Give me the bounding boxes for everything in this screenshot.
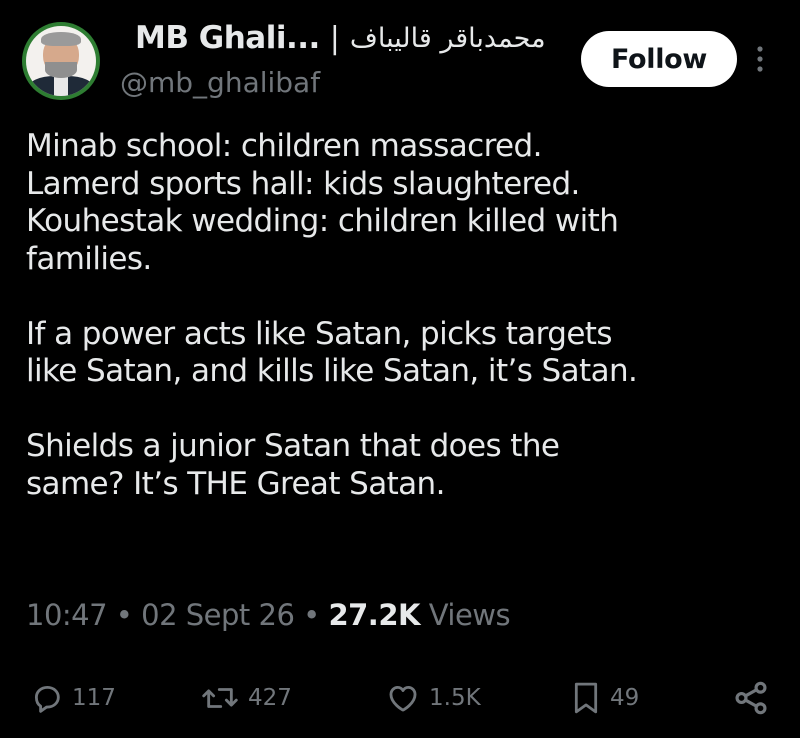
tweet-time[interactable]: 10:47 (26, 598, 108, 632)
more-vertical-icon[interactable] (753, 45, 767, 73)
avatar[interactable] (22, 22, 100, 100)
tweet-line: Lamerd sports hall: kids slaughtered. (26, 165, 580, 202)
repost-button[interactable]: 427 (200, 670, 292, 726)
tweet-line: Minab school: children massacred. (26, 128, 542, 164)
tweet-meta: 10:47 • 02 Sept 26 • 27.2K Views (26, 598, 511, 632)
heart-icon (385, 681, 421, 715)
share-icon (732, 679, 770, 717)
avatar-hair (41, 32, 81, 46)
author-name-row[interactable]: MB Ghali... | محمدباقر قالیباف (135, 20, 546, 56)
share-button[interactable] (732, 670, 770, 726)
tweet-line: If a power acts like Satan, picks target… (26, 315, 613, 352)
avatar-photo (26, 26, 96, 96)
tweet-line: Kouhestak wedding: children killed with (26, 203, 619, 239)
bookmark-icon (570, 680, 602, 716)
reply-count: 117 (72, 685, 116, 711)
like-button[interactable]: 1.5K (385, 670, 481, 726)
bookmark-count: 49 (610, 685, 640, 711)
author-display-name[interactable]: MB Ghali... (135, 20, 320, 56)
views-count: 27.2K (328, 598, 420, 632)
tweet-line: same? It’s THE Great Satan. (26, 465, 445, 502)
action-bar: 117 427 1.5K 49 (0, 670, 800, 726)
meta-dot: • (115, 598, 133, 632)
follow-button[interactable]: Follow (581, 31, 737, 87)
author-handle[interactable]: @mb_ghalibaf (120, 66, 320, 99)
tweet-line: families. (26, 240, 152, 277)
author-display-name-persian[interactable]: محمدباقر قالیباف (350, 23, 546, 54)
tweet-text: Minab school: children massacred. Lamerd… (26, 128, 786, 503)
repost-icon (200, 681, 240, 715)
views-label: Views (428, 598, 511, 632)
name-separator: | (329, 20, 340, 56)
meta-dot: • (303, 598, 320, 632)
tweet-card: MB Ghali... | محمدباقر قالیباف @mb_ghali… (0, 0, 800, 738)
tweet-line: like Satan, and kills like Satan, it’s S… (26, 353, 638, 389)
bookmark-button[interactable]: 49 (570, 670, 639, 726)
tweet-line: Shields a junior Satan that does the (26, 428, 560, 464)
reply-button[interactable]: 117 (30, 670, 116, 726)
like-count: 1.5K (429, 685, 481, 711)
tweet-date[interactable]: 02 Sept 26 (141, 598, 295, 632)
reply-icon (30, 681, 64, 715)
repost-count: 427 (248, 685, 292, 711)
avatar-beard (45, 62, 77, 78)
avatar-shirt (54, 76, 68, 96)
